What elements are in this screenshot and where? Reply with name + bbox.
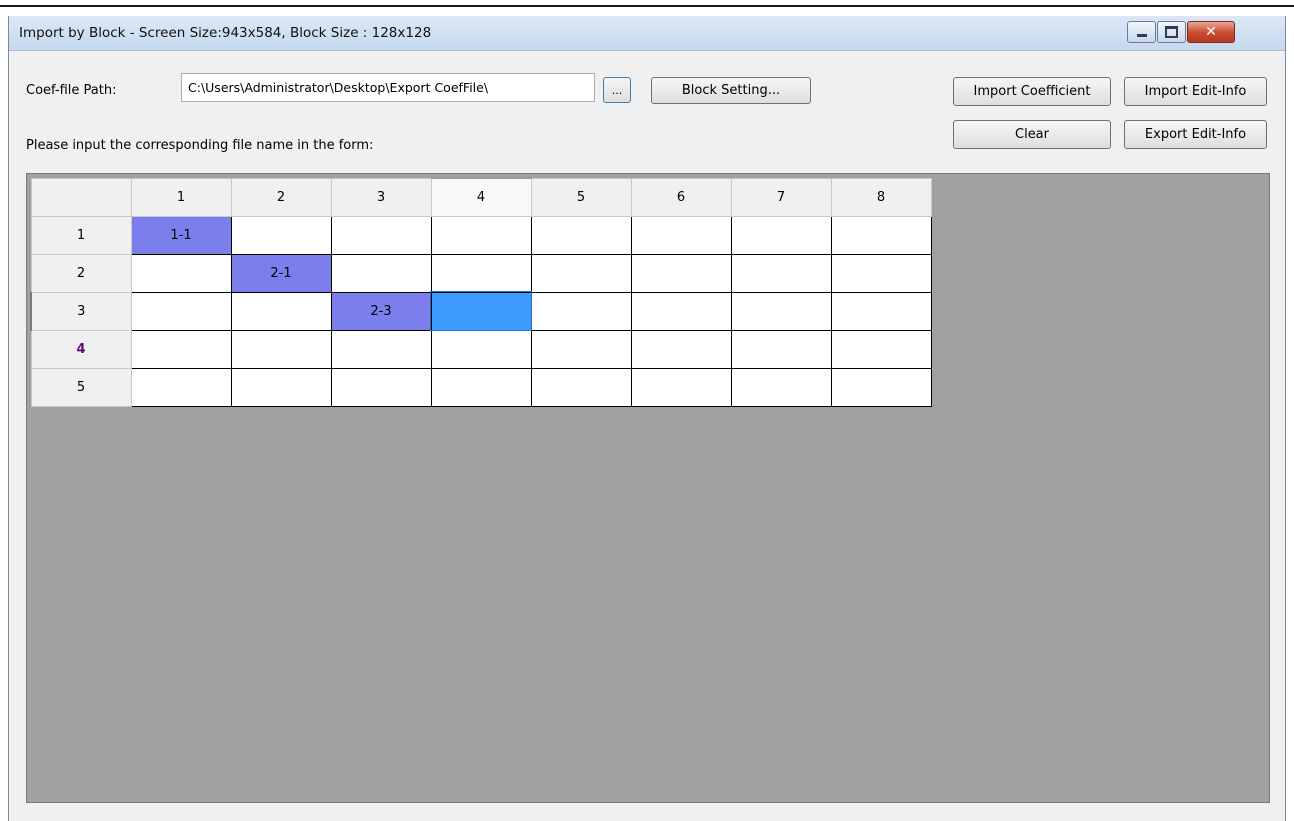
row-header-4[interactable]: 4 — [30, 329, 132, 369]
browse-button[interactable]: ... — [603, 77, 631, 103]
grid-cell[interactable] — [430, 367, 532, 407]
instruction-text: Please input the corresponding file name… — [26, 138, 374, 153]
grid-row-2: 2 2-1 — [30, 253, 932, 293]
grid-cell[interactable] — [730, 253, 832, 293]
grid-cell[interactable]: 2-3 — [330, 291, 432, 331]
row-header-2[interactable]: 2 — [30, 253, 132, 293]
minimize-icon — [1136, 33, 1147, 37]
block-setting-button[interactable]: Block Setting... — [651, 77, 811, 104]
grid-cell[interactable] — [630, 329, 732, 369]
grid-cell[interactable] — [430, 329, 532, 369]
column-header-4[interactable]: 4 — [430, 177, 532, 217]
grid-cell[interactable] — [630, 253, 732, 293]
coef-file-path-label: Coef-file Path: — [26, 83, 117, 98]
grid-cell[interactable] — [330, 253, 432, 293]
grid-cell[interactable] — [630, 367, 732, 407]
minimize-button[interactable] — [1127, 21, 1156, 43]
coef-file-path-input[interactable] — [181, 73, 595, 102]
row-header-1[interactable]: 1 — [30, 215, 132, 255]
block-grid-area: 1 2 3 4 5 6 7 8 1 1-1 2 2-1 3 2-3 4 5 — [26, 173, 1270, 803]
grid-cell[interactable]: 1-1 — [130, 215, 232, 255]
grid-cell[interactable] — [230, 215, 332, 255]
grid-cell[interactable] — [730, 329, 832, 369]
column-header-8[interactable]: 8 — [830, 177, 932, 217]
grid-cell[interactable] — [530, 291, 632, 331]
column-header-5[interactable]: 5 — [530, 177, 632, 217]
grid-row-3: 3 2-3 — [30, 291, 932, 331]
grid-cell[interactable] — [130, 291, 232, 331]
grid-cell[interactable] — [130, 367, 232, 407]
grid-cell[interactable] — [430, 215, 532, 255]
maximize-icon — [1165, 26, 1178, 38]
import-by-block-window: Import by Block - Screen Size:943x584, B… — [8, 16, 1286, 821]
grid-cell[interactable] — [630, 291, 732, 331]
grid-cell[interactable] — [830, 291, 932, 331]
title-bar[interactable]: Import by Block - Screen Size:943x584, B… — [9, 16, 1285, 51]
grid-row-1: 1 1-1 — [30, 215, 932, 255]
grid-cell[interactable] — [730, 367, 832, 407]
block-grid: 1 2 3 4 5 6 7 8 1 1-1 2 2-1 3 2-3 4 5 — [30, 177, 932, 407]
import-coefficient-button[interactable]: Import Coefficient — [953, 77, 1111, 106]
grid-corner-header[interactable] — [30, 177, 132, 217]
grid-cell[interactable] — [730, 215, 832, 255]
grid-cell[interactable] — [230, 367, 332, 407]
export-edit-info-button[interactable]: Export Edit-Info — [1124, 120, 1267, 149]
column-header-7[interactable]: 7 — [730, 177, 832, 217]
import-edit-info-button[interactable]: Import Edit-Info — [1124, 77, 1267, 106]
column-header-1[interactable]: 1 — [130, 177, 232, 217]
close-button[interactable]: ✕ — [1187, 21, 1235, 43]
column-header-6[interactable]: 6 — [630, 177, 732, 217]
grid-cell[interactable] — [230, 329, 332, 369]
window-title: Import by Block - Screen Size:943x584, B… — [19, 25, 432, 41]
grid-cell[interactable] — [330, 215, 432, 255]
maximize-button[interactable] — [1157, 21, 1186, 43]
grid-cell[interactable] — [230, 291, 332, 331]
column-header-3[interactable]: 3 — [330, 177, 432, 217]
grid-cell-selected[interactable] — [430, 291, 532, 331]
grid-cell[interactable] — [530, 329, 632, 369]
grid-cell[interactable] — [830, 215, 932, 255]
grid-cell[interactable] — [530, 367, 632, 407]
grid-cell[interactable] — [130, 329, 232, 369]
grid-cell[interactable] — [730, 291, 832, 331]
grid-row-4: 4 — [30, 329, 932, 369]
grid-cell[interactable] — [830, 367, 932, 407]
close-icon: ✕ — [1205, 24, 1217, 40]
row-header-3[interactable]: 3 — [30, 291, 132, 331]
row-header-5[interactable]: 5 — [30, 367, 132, 407]
grid-cell[interactable] — [530, 253, 632, 293]
column-header-2[interactable]: 2 — [230, 177, 332, 217]
grid-cell[interactable] — [530, 215, 632, 255]
grid-cell[interactable]: 2-1 — [230, 253, 332, 293]
grid-cell[interactable] — [830, 253, 932, 293]
top-border-line — [0, 5, 1294, 7]
grid-cell[interactable] — [330, 329, 432, 369]
grid-cell[interactable] — [330, 367, 432, 407]
grid-cell[interactable] — [130, 253, 232, 293]
grid-cell[interactable] — [630, 215, 732, 255]
clear-button[interactable]: Clear — [953, 120, 1111, 149]
grid-cell[interactable] — [830, 329, 932, 369]
grid-row-5: 5 — [30, 367, 932, 407]
grid-cell[interactable] — [430, 253, 532, 293]
